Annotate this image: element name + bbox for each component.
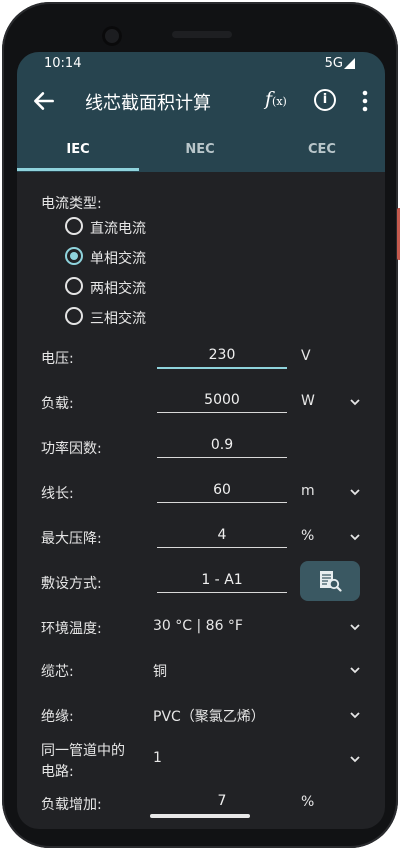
load-chevron-down-icon[interactable] (350, 397, 360, 407)
tab-indicator (17, 168, 139, 171)
voltage-input[interactable]: 230 (157, 345, 287, 369)
radio-single-phase[interactable] (65, 247, 83, 265)
max-drop-unit-select[interactable]: % (301, 528, 314, 544)
radio-three-phase-label[interactable]: 三相交流 (90, 308, 146, 328)
radio-two-phase[interactable] (65, 277, 83, 295)
length-unit-select[interactable]: m (301, 483, 315, 499)
length-chevron-down-icon[interactable] (350, 487, 360, 497)
conductor-select[interactable]: 铜 (153, 661, 167, 681)
circuits-select[interactable]: 1 (153, 750, 162, 766)
gesture-nav-handle[interactable] (150, 814, 250, 818)
voltage-label: 电压: (41, 351, 74, 367)
table-search-icon (320, 571, 342, 592)
ambient-temp-label: 环境温度: (41, 621, 102, 637)
current-type-label: 电流类型: (41, 196, 102, 212)
phone-frame: 10:14 5G 线芯截面积计算 f(x) i IEC NEC CEC 电流类型… (2, 2, 400, 848)
insulation-select[interactable]: PVC（聚氯乙烯） (153, 706, 265, 726)
circuits-chevron-down-icon[interactable] (350, 754, 360, 764)
app-bar: 线芯截面积计算 f(x) i (17, 74, 385, 130)
radio-single-phase-label[interactable]: 单相交流 (90, 248, 146, 268)
insulation-chevron-down-icon[interactable] (350, 710, 360, 720)
tab-cec[interactable]: CEC (261, 130, 383, 172)
radio-two-phase-label[interactable]: 两相交流 (90, 278, 146, 298)
more-vert-icon[interactable] (355, 88, 375, 114)
install-method-input[interactable]: 1 - A1 (157, 570, 287, 593)
network-label: 5G (324, 56, 343, 71)
status-bar: 10:14 5G (17, 52, 385, 74)
page-title: 线芯截面积计算 (85, 93, 211, 114)
max-drop-label: 最大压降: (41, 531, 102, 547)
max-drop-chevron-down-icon[interactable] (350, 532, 360, 542)
load-unit-select[interactable]: W (301, 393, 315, 409)
radio-dc[interactable] (65, 217, 83, 235)
power-factor-label: 功率因数: (41, 441, 102, 457)
ambient-temp-select[interactable]: 30 °C | 86 °F (153, 618, 243, 634)
conductor-label: 缆芯: (41, 664, 74, 680)
ambient-temp-chevron-down-icon[interactable] (350, 622, 360, 632)
formula-icon: f (265, 88, 273, 110)
radio-three-phase[interactable] (65, 307, 83, 325)
tab-iec[interactable]: IEC (17, 130, 139, 172)
back-arrow-icon[interactable] (31, 88, 57, 114)
load-input[interactable]: 5000 (157, 390, 287, 413)
length-label: 线长: (41, 486, 74, 502)
tab-nec[interactable]: NEC (139, 130, 261, 172)
circuits-label-line2: 电路: (41, 764, 74, 780)
front-camera (102, 26, 122, 46)
load-increase-unit: % (301, 794, 315, 810)
formula-icon-sub: (x) (272, 95, 287, 108)
earpiece-speaker (172, 31, 232, 38)
voltage-unit: V (301, 348, 311, 364)
length-input[interactable]: 60 (157, 480, 287, 503)
load-increase-input[interactable]: 7 (157, 791, 287, 813)
info-icon[interactable]: i (314, 89, 336, 111)
insulation-label: 绝缘: (41, 709, 74, 725)
screen: 10:14 5G 线芯截面积计算 f(x) i IEC NEC CEC 电流类型… (17, 52, 385, 829)
install-method-label: 敷设方式: (41, 576, 102, 592)
radio-dc-label[interactable]: 直流电流 (90, 218, 146, 238)
load-label: 负载: (41, 396, 74, 412)
conductor-chevron-down-icon[interactable] (350, 665, 360, 675)
power-factor-input[interactable]: 0.9 (157, 435, 287, 458)
load-increase-label: 负载增加: (41, 797, 102, 813)
signal-icon (344, 58, 355, 69)
circuits-label-line1: 同一管道中的 (41, 743, 125, 759)
tab-bar: IEC NEC CEC (17, 130, 385, 172)
status-time: 10:14 (44, 56, 82, 71)
install-method-lookup-button[interactable] (300, 561, 360, 601)
formula-button[interactable]: f(x) (265, 88, 287, 110)
max-drop-input[interactable]: 4 (157, 525, 287, 548)
